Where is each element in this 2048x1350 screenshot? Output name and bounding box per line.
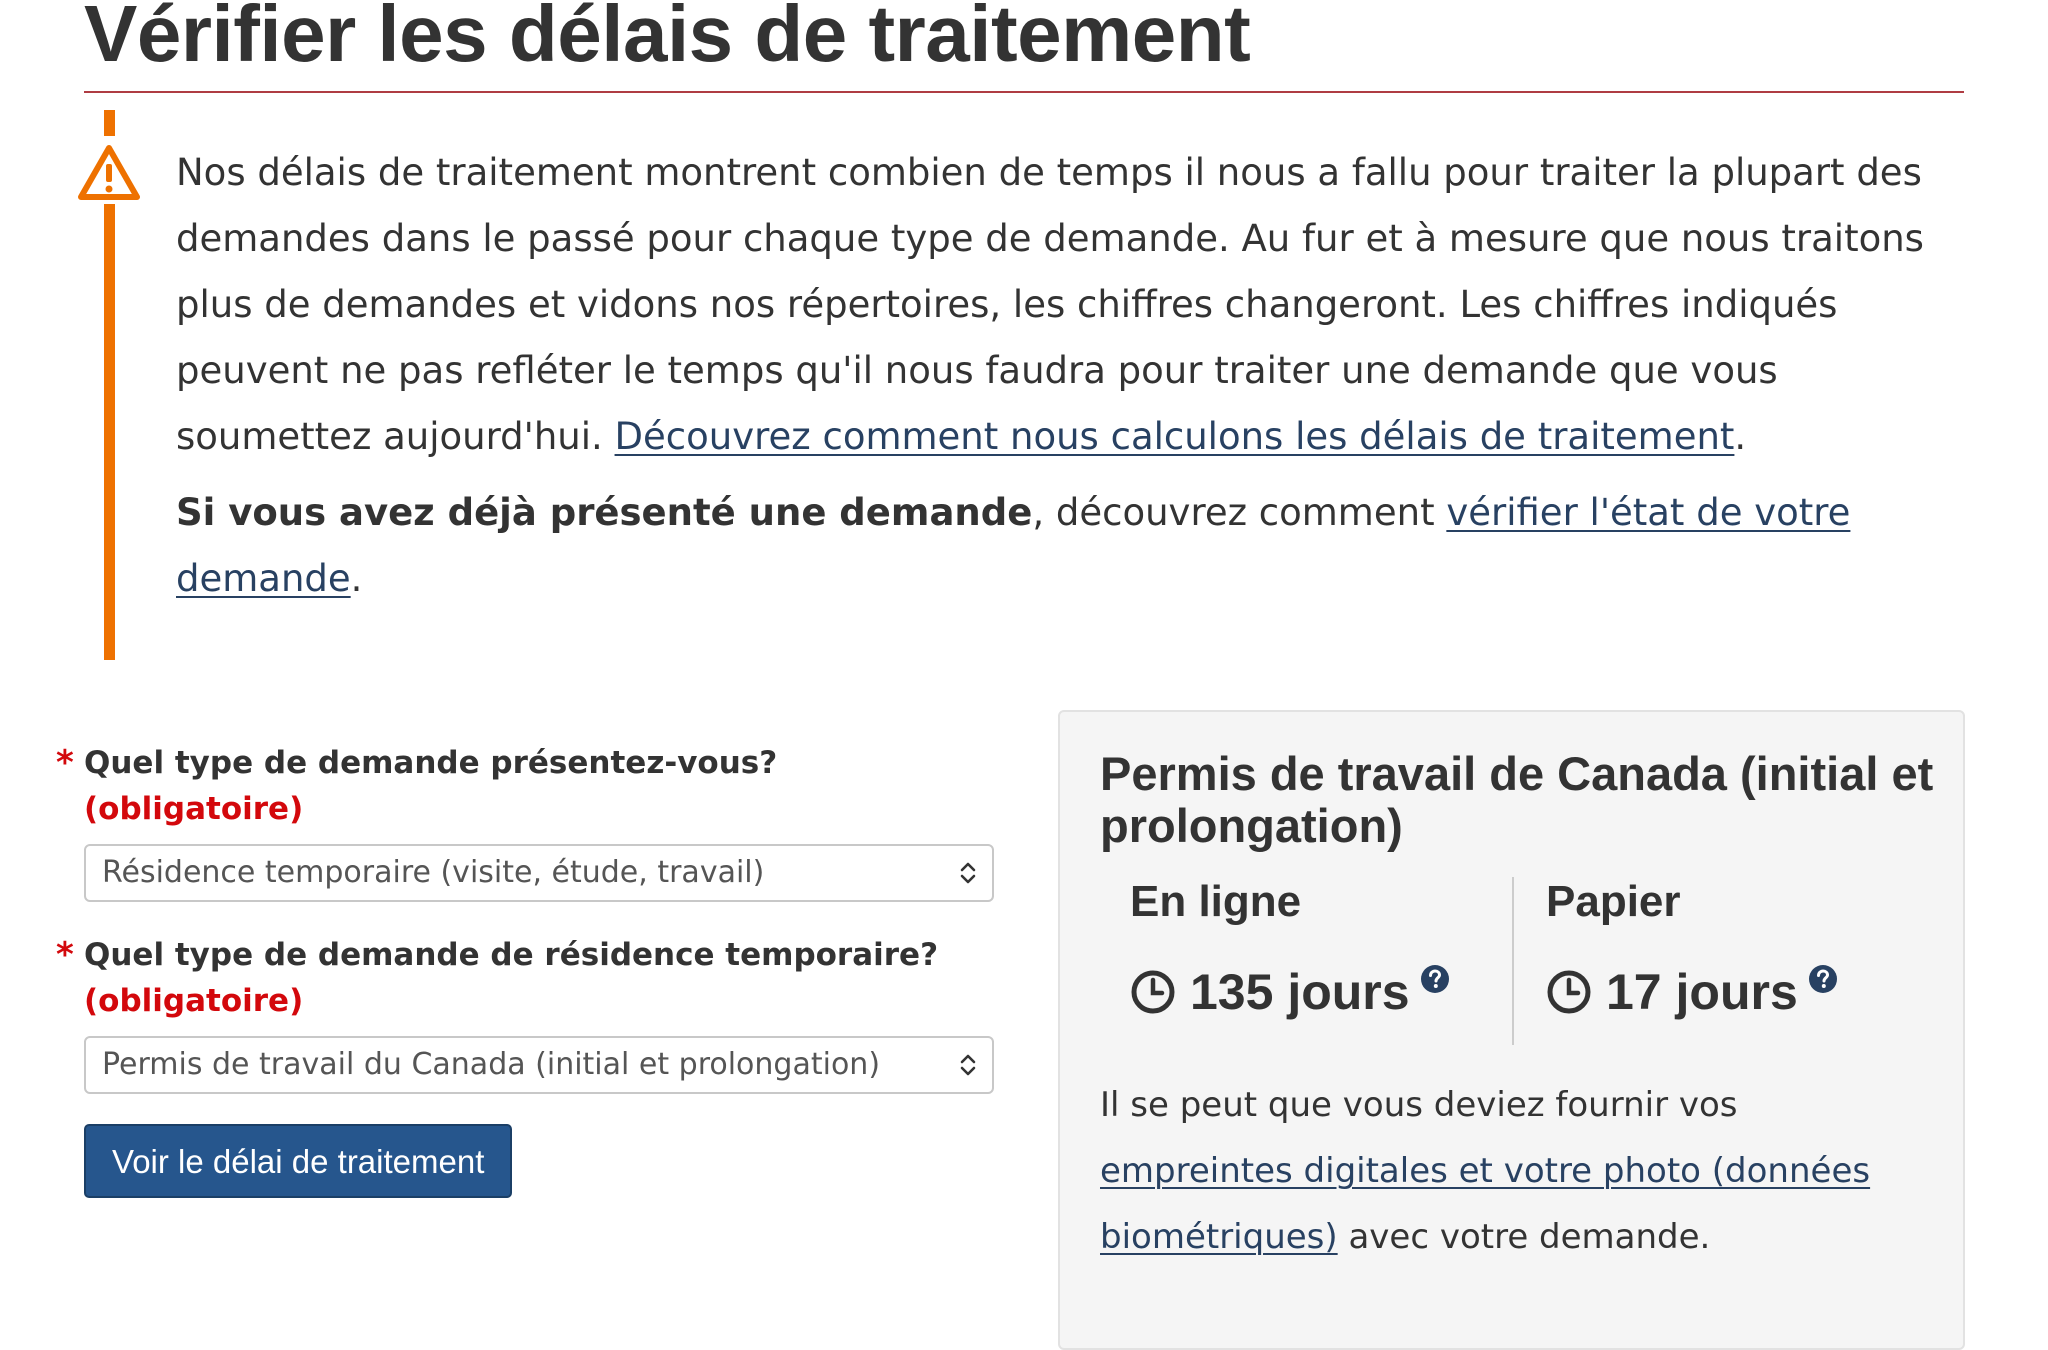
online-time-row: 135 jours [1130,963,1450,1021]
title-divider [84,91,1964,93]
warning-text-2-end: . [350,557,363,600]
processing-times-warning: Nos délais de traitement montrent combie… [76,110,1976,660]
time-columns-divider [1512,877,1514,1045]
processing-times-form: * Quel type de demande présentez-vous? (o… [56,740,996,1198]
warning-accent-bar-top [104,110,115,136]
warning-triangle-icon [78,145,140,200]
required-asterisk: * [56,935,74,975]
temporary-residence-type-label: * Quel type de demande de résidence tempo… [56,932,996,1024]
warning-text-end: . [1734,415,1747,458]
warning-body: Nos délais de traitement montrent combie… [176,140,1966,622]
paper-processing-time: Papier 17 jours [1546,877,1838,1021]
clock-icon [1131,970,1175,1014]
temporary-residence-type-label-text: Quel type de demande de résidence tempor… [84,937,939,973]
warning-bold-text: Si vous avez déjà présenté une demande [176,491,1033,534]
paper-time-value: 17 jours [1606,964,1798,1020]
biometrics-note-text: Il se peut que vous deviez fournir vos [1100,1085,1738,1125]
paper-time-row: 17 jours [1546,963,1838,1021]
temporary-residence-type-select[interactable]: Permis de travail du Canada (initial et … [84,1036,994,1094]
biometrics-note-end: avec votre demande. [1337,1217,1711,1257]
online-processing-time: En ligne 135 jours [1130,877,1450,1021]
warning-text: Nos délais de traitement montrent combie… [176,151,1924,458]
help-icon[interactable] [1420,964,1450,994]
processing-time-result-panel: Permis de travail de Canada (initial et … [1058,710,1965,1350]
online-label: En ligne [1130,877,1302,926]
application-type-selected-value: Résidence temporaire (visite, étude, tra… [102,855,765,890]
result-title: Permis de travail de Canada (initial et … [1100,747,1934,852]
page-title: Vérifier les délais de traitement [84,0,1251,78]
help-icon[interactable] [1808,964,1838,994]
biometrics-note: Il se peut que vous deviez fournir vos e… [1100,1072,1940,1270]
view-processing-time-button[interactable]: Voir le délai de traitement [84,1124,513,1198]
online-time-value: 135 jours [1190,964,1410,1020]
warning-paragraph-2: Si vous avez déjà présenté une demande, … [176,480,1966,612]
temporary-residence-type-selected-value: Permis de travail du Canada (initial et … [102,1047,881,1082]
processing-times-calculation-link[interactable]: Découvrez comment nous calculons les dél… [615,415,1735,458]
required-indicator: (obligatoire) [84,983,304,1019]
paper-label: Papier [1546,877,1681,926]
required-indicator: (obligatoire) [84,791,304,827]
select-chevron-icon [960,862,976,884]
application-type-label: * Quel type de demande présentez-vous? (o… [56,740,996,832]
select-chevron-icon [960,1054,976,1076]
warning-paragraph-1: Nos délais de traitement montrent combie… [176,140,1966,470]
warning-accent-bar [104,204,115,660]
application-type-select[interactable]: Résidence temporaire (visite, étude, tra… [84,844,994,902]
clock-icon [1547,970,1591,1014]
warning-text-2: , découvrez comment [1032,491,1447,534]
application-type-label-text: Quel type de demande présentez-vous? [84,745,778,781]
required-asterisk: * [56,743,74,783]
